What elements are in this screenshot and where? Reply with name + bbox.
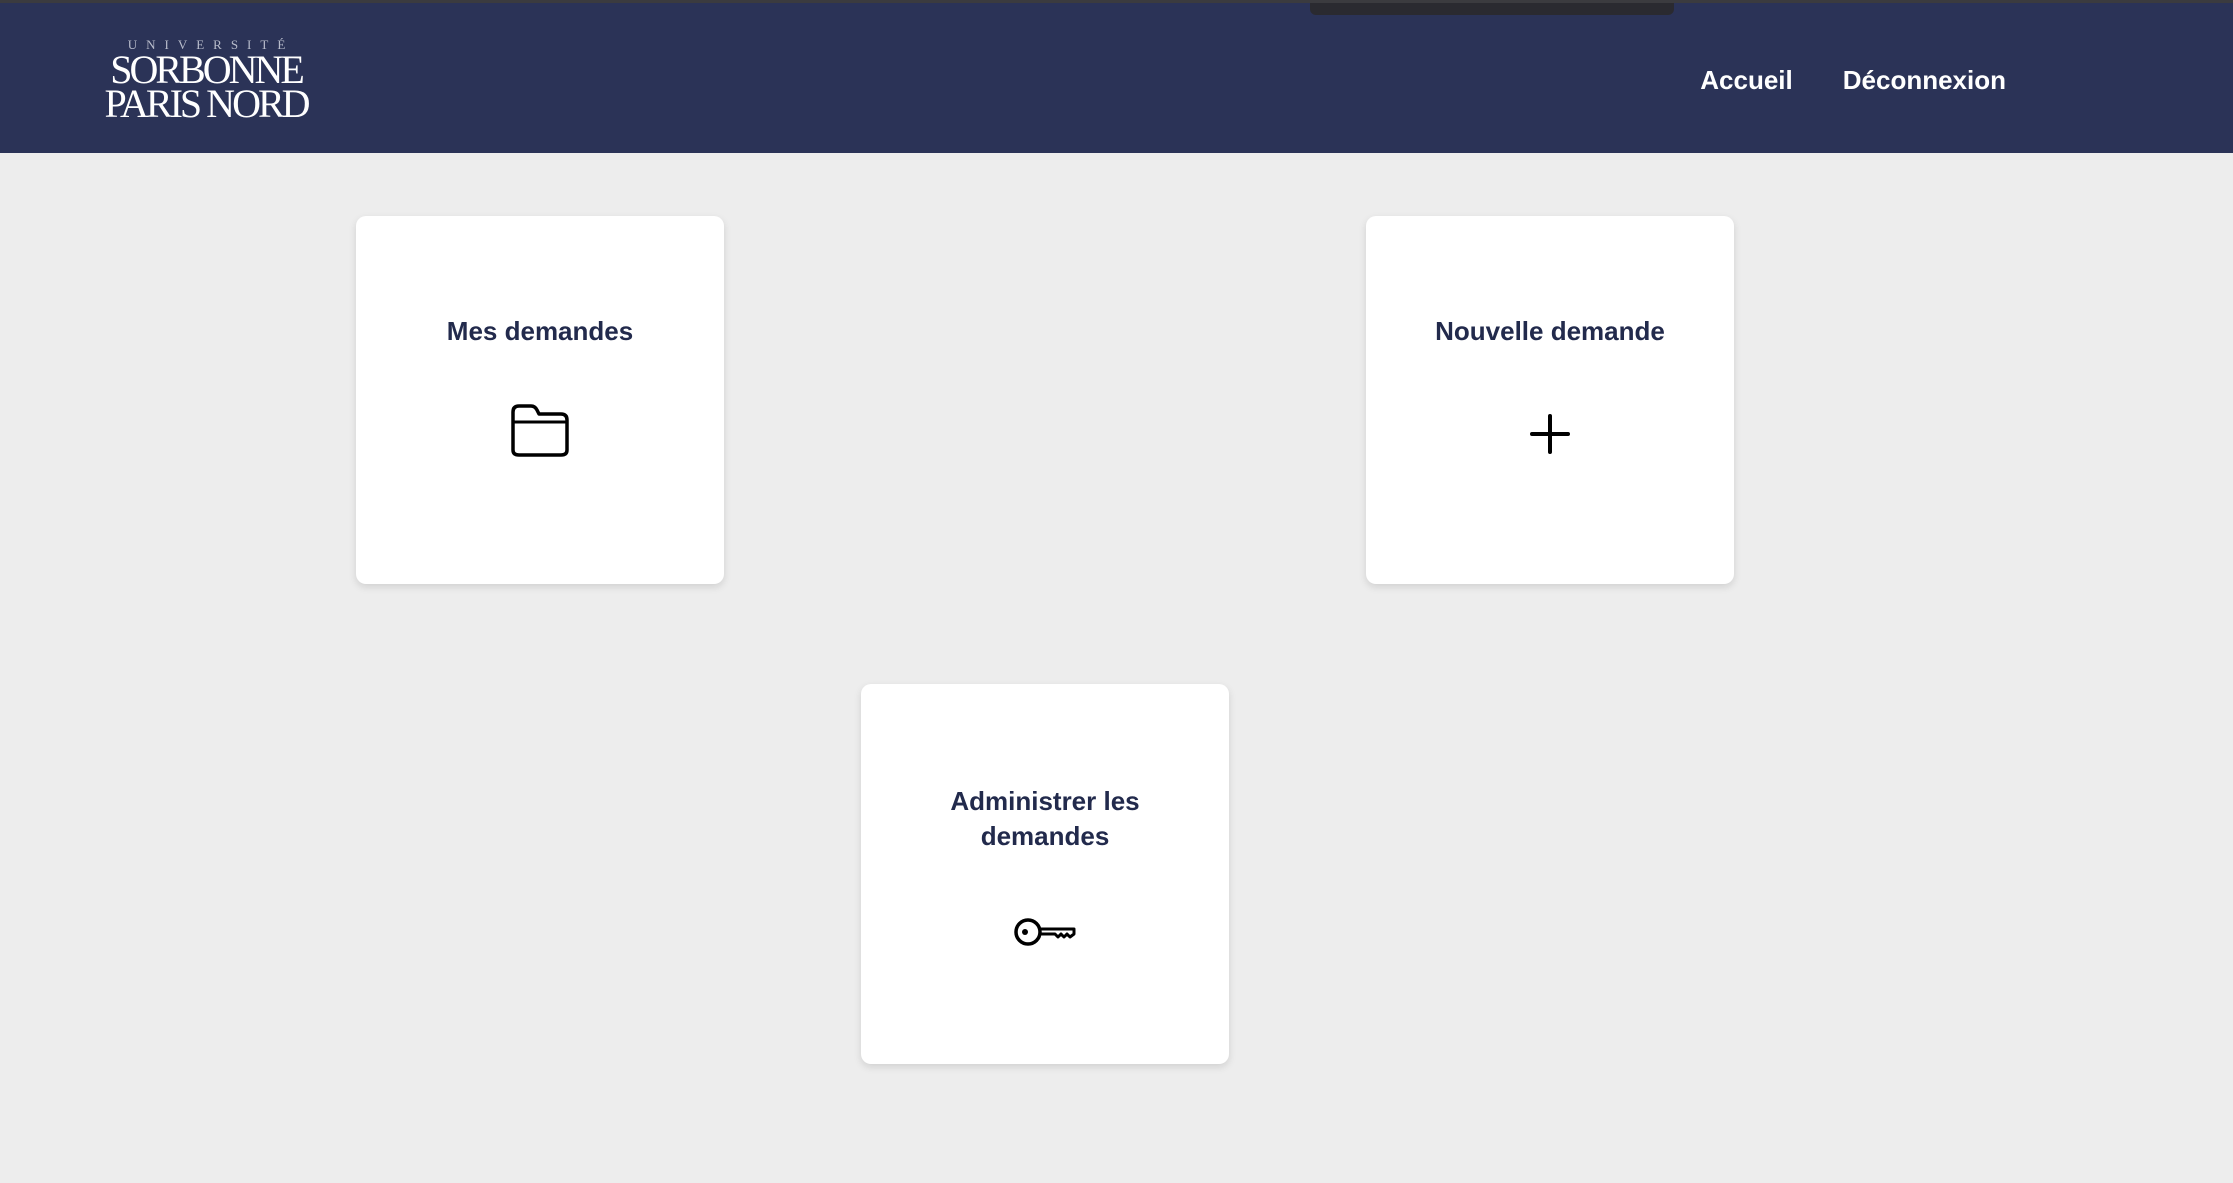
nav-logout-link[interactable]: Déconnexion (1843, 65, 2006, 96)
new-request-card[interactable]: Nouvelle demande (1366, 216, 1734, 584)
main-nav: Accueil Déconnexion (1700, 65, 2006, 96)
plus-icon (1528, 412, 1572, 461)
folder-icon (509, 402, 571, 463)
logo-line-2: PARIS NORD (104, 81, 310, 126)
new-request-title: Nouvelle demande (1435, 316, 1665, 346)
browser-overlay-tab (1310, 3, 1674, 15)
admin-requests-title: Administrer les demandes (950, 786, 1140, 851)
nav-home-link[interactable]: Accueil (1700, 65, 1793, 96)
admin-requests-card[interactable]: Administrer les demandes (861, 684, 1229, 1064)
my-requests-card[interactable]: Mes demandes (356, 216, 724, 584)
university-logo[interactable]: UNIVERSITÉ SORBONNE PARIS NORD (86, 37, 326, 127)
my-requests-title: Mes demandes (446, 316, 634, 346)
top-header: UNIVERSITÉ SORBONNE PARIS NORD Accueil D… (0, 0, 2233, 153)
key-icon (1012, 912, 1078, 957)
